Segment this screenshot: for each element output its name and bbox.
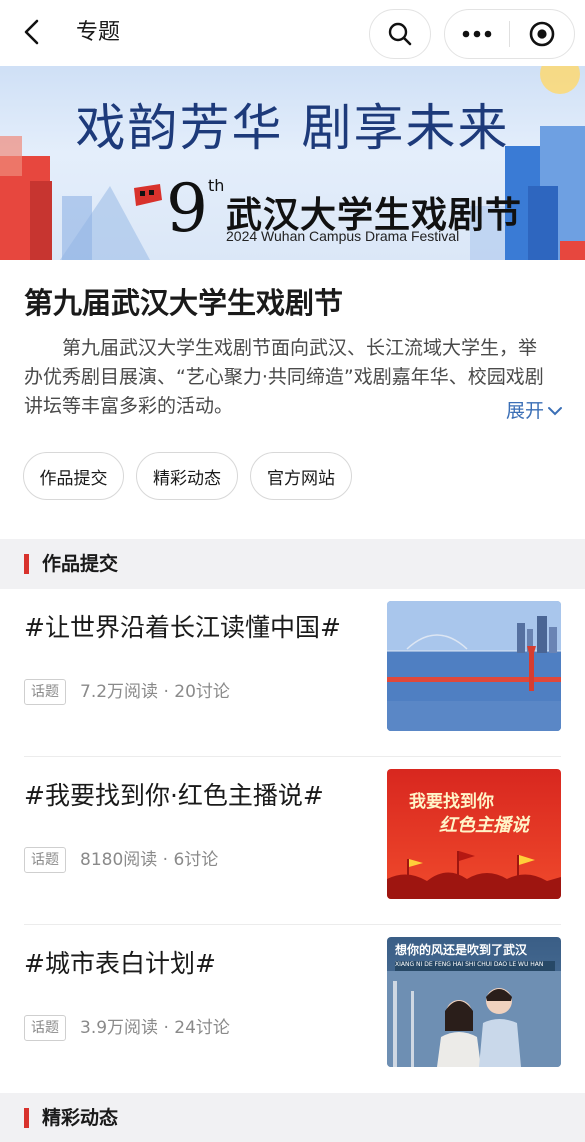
crowd-silhouette-image xyxy=(387,851,561,899)
chevron-left-icon xyxy=(24,19,39,45)
section-label: 精彩动态 xyxy=(42,1107,119,1129)
more-dots-icon xyxy=(462,30,492,38)
section-accent-bar xyxy=(24,1108,29,1128)
section-header-highlights: 精彩动态 xyxy=(0,1093,585,1142)
festival-banner: 戏韵芳华 剧享未来 9 th 武汉大学生戏剧节 2024 Wuhan Campu… xyxy=(0,66,585,260)
more-button[interactable] xyxy=(445,10,509,58)
chevron-down-icon xyxy=(548,407,563,416)
topic-stats: 8180阅读 · 6讨论 xyxy=(80,850,219,870)
page-title: 专题 xyxy=(76,20,121,45)
topic-tag: 话题 xyxy=(24,847,66,873)
festival-logo-icon xyxy=(134,184,162,206)
search-icon xyxy=(388,22,412,46)
mini-program-capsule xyxy=(444,9,575,59)
search-button[interactable] xyxy=(369,9,431,59)
topic-card[interactable]: #我要找到你·红色主播说# 话题 8180阅读 · 6讨论 我要找到你 红色主播… xyxy=(0,757,585,925)
nav-bar: 专题 xyxy=(0,0,585,66)
topic-card[interactable]: #让世界沿着长江读懂中国# 话题 7.2万阅读 · 20讨论 xyxy=(0,589,585,757)
topic-thumbnail: 我要找到你 红色主播说 xyxy=(387,769,561,899)
topic-card-title: #城市表白计划# xyxy=(24,949,216,978)
yangtze-bridge-image xyxy=(387,601,561,731)
thumb-caption-2: 红色主播说 xyxy=(439,815,529,836)
topic-description: 第九届武汉大学生戏剧节面向武汉、长江流域大学生，举办优秀剧目展演、“艺心聚力·共… xyxy=(24,337,544,417)
topic-stats: 3.9万阅读 · 24讨论 xyxy=(80,1018,230,1038)
festival-name-en: 2024 Wuhan Campus Drama Festival xyxy=(226,228,460,244)
thumb-caption-1: 我要找到你 xyxy=(409,792,494,812)
topic-tag: 话题 xyxy=(24,679,66,705)
section-label: 作品提交 xyxy=(42,553,119,575)
edition-number: 9 xyxy=(166,170,208,247)
topic-tag: 话题 xyxy=(24,1015,66,1041)
back-button[interactable] xyxy=(14,14,50,50)
expand-label: 展开 xyxy=(506,400,545,422)
topic-title: 第九届武汉大学生戏剧节 xyxy=(24,286,344,320)
couple-photo-image xyxy=(387,971,561,1067)
topic-card-title: #让世界沿着长江读懂中国# xyxy=(24,613,341,642)
topic-thumbnail: 想你的风还是吹到了武汉 XIANG NI DE FENG HAI SHI CHU… xyxy=(387,937,561,1067)
pill-submission[interactable]: 作品提交 xyxy=(23,452,124,500)
thumb-caption-2: XIANG NI DE FENG HAI SHI CHUI DAO LE WU … xyxy=(395,961,555,971)
edition-suffix: th xyxy=(208,176,225,195)
section-header-submission: 作品提交 xyxy=(0,539,585,589)
banner-slogan: 戏韵芳华 剧享未来 xyxy=(75,99,510,157)
expand-button[interactable]: 展开 xyxy=(500,398,564,424)
topic-thumbnail xyxy=(387,601,561,731)
close-app-button[interactable] xyxy=(510,10,574,58)
pill-official-site[interactable]: 官方网站 xyxy=(250,452,352,500)
thumb-caption-1: 想你的风还是吹到了武汉 xyxy=(395,943,528,957)
pill-highlights[interactable]: 精彩动态 xyxy=(136,452,238,500)
topic-card[interactable]: #城市表白计划# 话题 3.9万阅读 · 24讨论 想你的风还是吹到了武汉 XI… xyxy=(0,925,585,1093)
topic-stats: 7.2万阅读 · 20讨论 xyxy=(80,682,230,702)
topic-card-title: #我要找到你·红色主播说# xyxy=(24,781,324,810)
target-icon xyxy=(529,21,555,47)
section-accent-bar xyxy=(24,554,29,574)
